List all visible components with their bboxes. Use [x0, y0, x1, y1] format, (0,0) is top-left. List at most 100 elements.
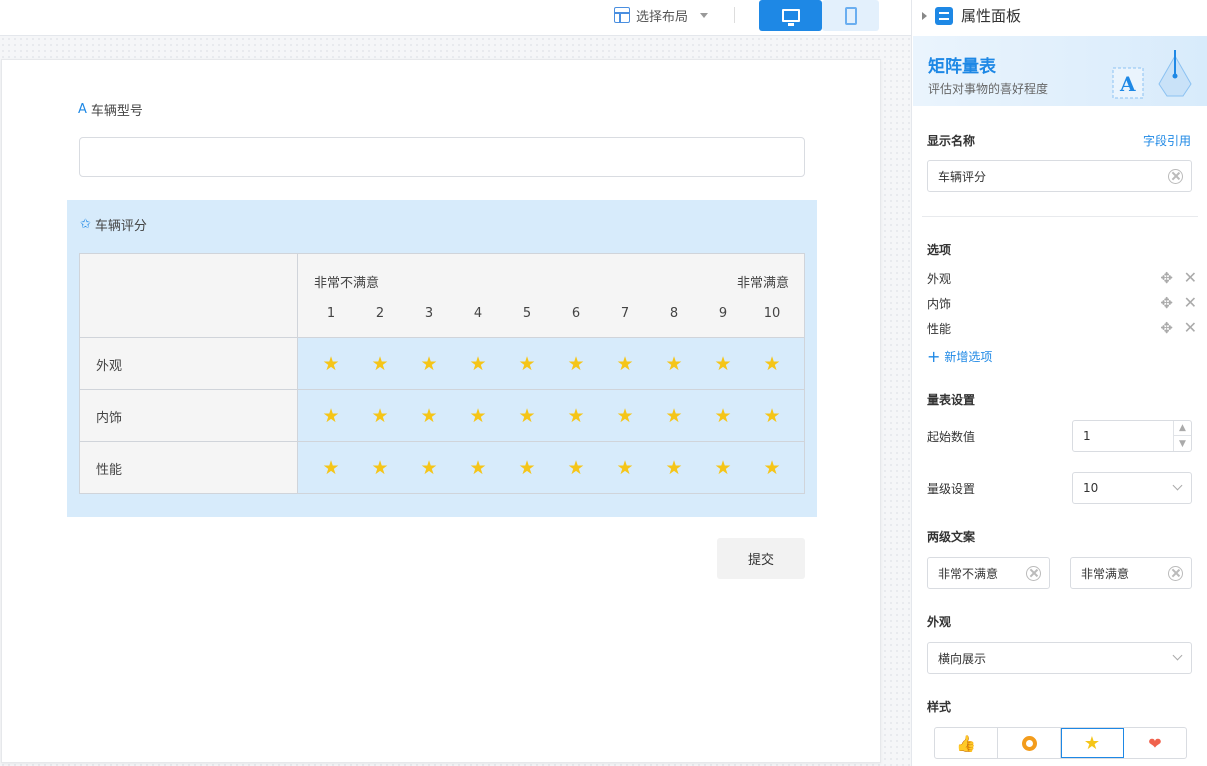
- style-label: 样式: [927, 700, 952, 714]
- rating-star-icon[interactable]: ★: [370, 354, 390, 374]
- clear-icon[interactable]: [1168, 566, 1183, 581]
- matrix-table: 非常不满意 非常满意 1 2 3 4 5 6 7 8 9 10 外观 ★ ★ ★ ★ ★…: [79, 253, 805, 494]
- chevron-down-icon: [1172, 480, 1183, 491]
- rating-star-icon[interactable]: ★: [566, 406, 586, 426]
- svg-text:A: A: [1119, 72, 1136, 96]
- rating-star-icon[interactable]: ★: [370, 406, 390, 426]
- rating-star-icon[interactable]: ★: [517, 354, 537, 374]
- option-label: 内饰: [927, 297, 952, 311]
- options-label: 选项: [927, 243, 952, 257]
- rating-star-icon[interactable]: ★: [664, 458, 684, 478]
- vehicle-model-input[interactable]: [79, 137, 805, 177]
- form-preview: A 车辆型号 ✩ 车辆评分 非常不满意 非常满意 1 2 3 4 5 6 7 8…: [1, 59, 881, 763]
- rating-star-icon[interactable]: ★: [517, 458, 537, 478]
- clear-icon[interactable]: [1026, 566, 1041, 581]
- rating-star-icon[interactable]: ★: [615, 354, 635, 374]
- divider: [922, 216, 1198, 217]
- rating-star-icon[interactable]: ★: [615, 458, 635, 478]
- move-icon[interactable]: ✥: [1160, 270, 1173, 286]
- rating-star-icon[interactable]: ★: [762, 406, 782, 426]
- desktop-view-button[interactable]: [759, 0, 822, 31]
- rating-star-icon[interactable]: ★: [370, 458, 390, 478]
- mobile-view-button[interactable]: [822, 0, 879, 31]
- phone-icon: [844, 6, 857, 25]
- scale-number: 9: [718, 306, 728, 321]
- display-name-input[interactable]: 车辆评分: [927, 160, 1192, 192]
- increment-icon[interactable]: ▲: [1174, 421, 1191, 436]
- decrement-icon[interactable]: ▼: [1174, 436, 1191, 451]
- toolbar-divider: [734, 7, 735, 23]
- move-icon[interactable]: ✥: [1160, 320, 1173, 336]
- rating-star-icon[interactable]: ★: [664, 354, 684, 374]
- rating-star-icon[interactable]: ★: [762, 458, 782, 478]
- rating-star-icon[interactable]: ★: [321, 354, 341, 374]
- style-selector: 👍 ★ ❤: [934, 727, 1187, 759]
- property-panel: 属性面板 矩阵量表 评估对事物的喜好程度 A 显示名称 字段引用 车辆评分 选项…: [911, 0, 1207, 766]
- appearance-select[interactable]: 横向展示: [927, 642, 1192, 674]
- rating-star-icon[interactable]: ★: [468, 406, 488, 426]
- start-value-stepper[interactable]: 1 ▲ ▼: [1072, 420, 1192, 452]
- rating-star-icon[interactable]: ★: [419, 458, 439, 478]
- matrix-row: 性能 ★ ★ ★ ★ ★ ★ ★ ★ ★ ★: [80, 442, 804, 494]
- low-text-input[interactable]: 非常不满意: [927, 557, 1050, 589]
- rating-star-icon[interactable]: ★: [517, 406, 537, 426]
- plus-icon: +: [927, 346, 941, 366]
- rating-star-icon[interactable]: ★: [615, 406, 635, 426]
- option-item: 性能 ✥ ✕: [927, 320, 1197, 338]
- rating-star-icon[interactable]: ★: [566, 458, 586, 478]
- matrix-row: 外观 ★ ★ ★ ★ ★ ★ ★ ★ ★ ★: [80, 338, 804, 390]
- chevron-down-icon: [1172, 650, 1183, 661]
- field-reference-link[interactable]: 字段引用: [1143, 132, 1191, 149]
- move-icon[interactable]: ✥: [1160, 295, 1173, 311]
- sliders-icon: [935, 6, 953, 25]
- high-end-label: 非常满意: [736, 276, 789, 291]
- style-option-star[interactable]: ★: [1061, 728, 1124, 758]
- matrix-row: 内饰 ★ ★ ★ ★ ★ ★ ★ ★ ★ ★: [80, 390, 804, 442]
- stepper-arrows[interactable]: ▲ ▼: [1173, 421, 1191, 451]
- delete-icon[interactable]: ✕: [1184, 320, 1197, 336]
- rating-star-icon[interactable]: ★: [762, 354, 782, 374]
- rating-star-icon[interactable]: ★: [468, 458, 488, 478]
- layout-select-label: 选择布局: [636, 9, 689, 25]
- delete-icon[interactable]: ✕: [1184, 295, 1197, 311]
- style-option-ring[interactable]: [998, 728, 1061, 758]
- option-label: 性能: [927, 322, 952, 336]
- rating-star-icon[interactable]: ★: [664, 406, 684, 426]
- layout-select[interactable]: 选择布局: [614, 5, 709, 25]
- star-icon: ★: [1083, 732, 1101, 754]
- rating-star-icon[interactable]: ★: [321, 458, 341, 478]
- style-option-thumb[interactable]: 👍: [935, 728, 998, 758]
- start-value-label: 起始数值: [927, 430, 976, 444]
- level-settings-label: 量级设置: [927, 482, 976, 496]
- scale-number: 2: [375, 306, 385, 321]
- scale-number: 5: [522, 306, 532, 321]
- row-label: 外观: [96, 359, 123, 374]
- rating-star-icon[interactable]: ★: [419, 354, 439, 374]
- rating-star-icon[interactable]: ★: [713, 354, 733, 374]
- level-value: 10: [1083, 481, 1099, 495]
- rating-star-icon[interactable]: ★: [713, 458, 733, 478]
- banner-title: 矩阵量表: [928, 57, 996, 77]
- rating-star-icon[interactable]: ★: [468, 354, 488, 374]
- add-option-button[interactable]: + 新增选项: [927, 348, 992, 365]
- submit-button[interactable]: 提交: [717, 538, 805, 579]
- rating-star-icon[interactable]: ★: [321, 406, 341, 426]
- style-option-heart[interactable]: ❤: [1124, 728, 1186, 758]
- rating-star-icon[interactable]: ★: [566, 354, 586, 374]
- scale-number: 7: [620, 306, 630, 321]
- panel-title: 属性面板: [961, 7, 1022, 25]
- level-select[interactable]: 10: [1072, 472, 1192, 504]
- delete-icon[interactable]: ✕: [1184, 270, 1197, 286]
- scale-number: 8: [669, 306, 679, 321]
- appearance-label: 外观: [927, 615, 952, 629]
- rating-star-icon[interactable]: ★: [713, 406, 733, 426]
- high-text-input[interactable]: 非常满意: [1070, 557, 1192, 589]
- thumb-icon: 👍: [956, 733, 976, 753]
- clear-icon[interactable]: [1168, 169, 1183, 184]
- field-label-rating: ✩ 车辆评分: [80, 215, 147, 234]
- matrix-scale-field[interactable]: ✩ 车辆评分 非常不满意 非常满意 1 2 3 4 5 6 7 8 9 10 外…: [67, 200, 817, 517]
- scale-number: 4: [473, 306, 483, 321]
- panel-header[interactable]: 属性面板: [922, 5, 1021, 26]
- rating-star-icon[interactable]: ★: [419, 406, 439, 426]
- row-label: 性能: [96, 463, 123, 478]
